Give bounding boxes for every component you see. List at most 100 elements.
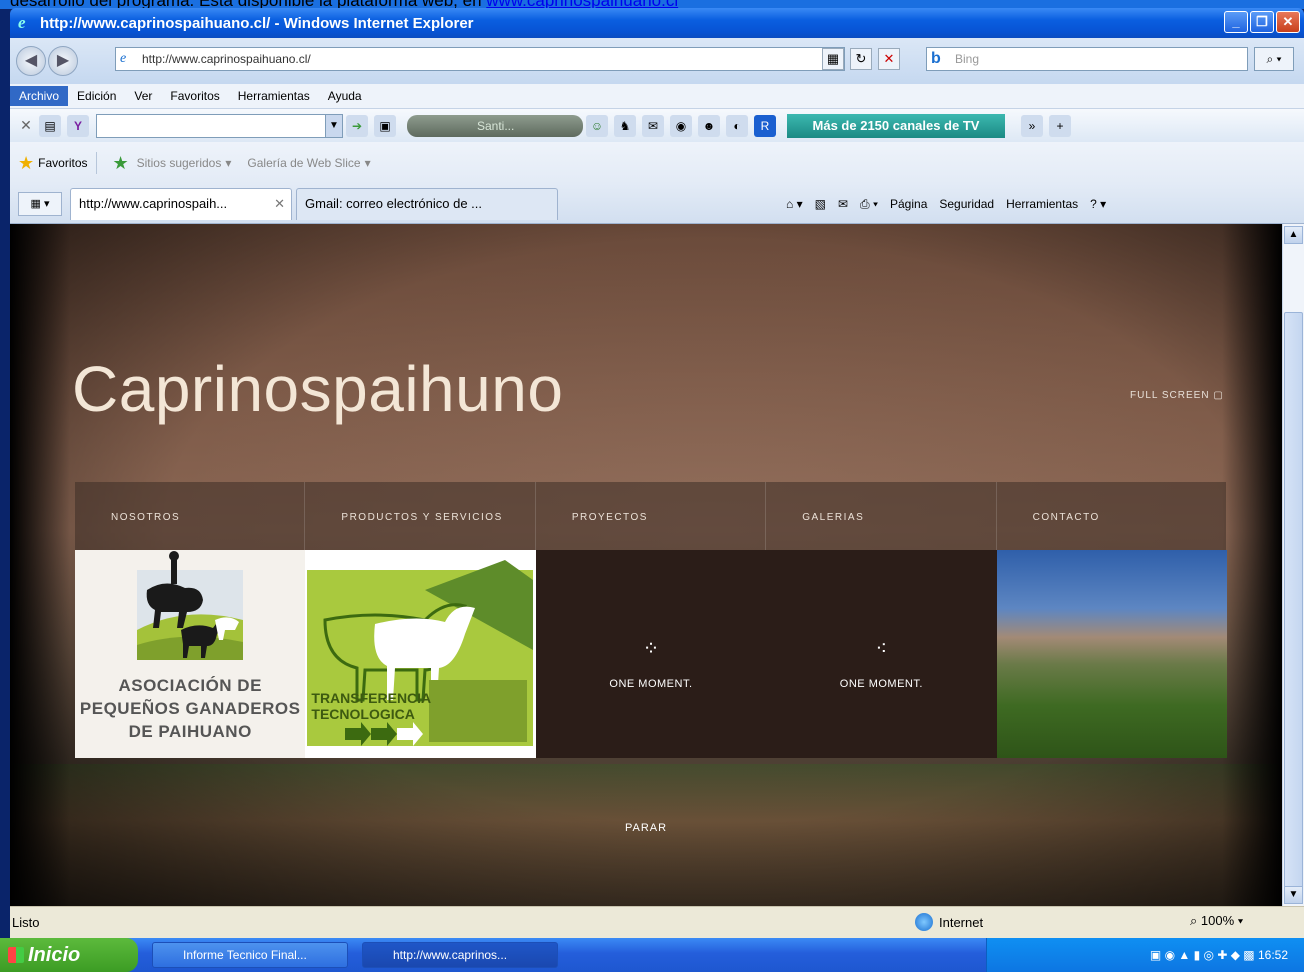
tab-close-icon[interactable]: ✕ xyxy=(274,189,285,219)
games-icon[interactable]: ♞ xyxy=(614,114,636,137)
scroll-thumb[interactable] xyxy=(1284,312,1303,892)
nav-contacto[interactable]: CONTACTO xyxy=(997,482,1226,550)
system-tray: ▣ ◉ ▲ ▮ ◎ ✚ ◆ ▩ 16:52 xyxy=(986,938,1304,972)
scroll-down-icon[interactable]: ▼ xyxy=(1284,886,1303,904)
feature-tiles: ASOCIACIÓN DE PEQUEÑOS GANADEROS DE PAIH… xyxy=(75,550,1227,758)
window-title: http://www.caprinospaihuano.cl/ - Window… xyxy=(40,14,474,32)
refresh-icon[interactable]: ↻ xyxy=(850,48,872,70)
globe-icon[interactable]: ◐ xyxy=(726,114,748,137)
toolbar-tv-icon[interactable]: ▣ xyxy=(374,114,396,137)
site-title: Caprinospaihuno xyxy=(72,353,564,425)
fullscreen-icon: ▢ xyxy=(1213,390,1224,401)
loading-spinner-icon: ⁖ xyxy=(875,638,888,660)
nav-galerias[interactable]: GALERIAS xyxy=(766,482,997,550)
cmd-herramientas[interactable]: Herramientas xyxy=(1006,197,1078,211)
zone-label: Internet xyxy=(939,914,984,930)
address-field[interactable]: e http://www.caprinospaihuano.cl/ ▼ xyxy=(115,47,845,71)
zoom-control[interactable]: ⌕ 100% ▾ xyxy=(1190,913,1243,929)
nav-nosotros[interactable]: NOSOTROS xyxy=(75,482,306,550)
help-icon[interactable]: ? ▾ xyxy=(1090,197,1106,211)
r-icon[interactable]: R xyxy=(754,114,776,137)
favorites-separator xyxy=(95,152,97,174)
add-favorite-icon[interactable]: ★ xyxy=(113,153,129,174)
taskbar-item-informe[interactable]: Informe Tecnico Final... xyxy=(152,942,348,968)
slice-dropdown-icon[interactable]: ▾ xyxy=(365,156,371,170)
window-titlebar[interactable]: e http://www.caprinospaihuano.cl/ - Wind… xyxy=(10,8,1304,38)
menu-archivo[interactable]: Archivo xyxy=(10,86,69,106)
fullscreen-link[interactable]: FULL SCREEN ▢ xyxy=(1130,390,1224,401)
scroll-up-icon[interactable]: ▲ xyxy=(1284,226,1303,244)
avatar-icon[interactable]: ☻ xyxy=(698,114,720,137)
chevron-more-icon[interactable]: » xyxy=(1021,114,1043,137)
nav-proyectos[interactable]: PROYECTOS xyxy=(536,482,767,550)
search-button[interactable]: ⌕ ▾ xyxy=(1254,47,1294,71)
menu-ayuda[interactable]: Ayuda xyxy=(319,86,371,106)
window-controls: _ ❐ ✕ xyxy=(1224,11,1300,33)
messenger-icon[interactable]: ☺ xyxy=(586,114,608,137)
widget-icon[interactable]: ◉ xyxy=(670,114,692,137)
web-slice-gallery[interactable]: Galería de Web Slice xyxy=(247,156,360,170)
tile-asociacion[interactable]: ASOCIACIÓN DE PEQUEÑOS GANADEROS DE PAIH… xyxy=(75,550,306,758)
home-icon[interactable]: ⌂ ▾ xyxy=(786,197,803,211)
menu-ver[interactable]: Ver xyxy=(125,86,161,106)
close-button[interactable]: ✕ xyxy=(1276,11,1300,33)
start-button[interactable]: Inicio xyxy=(0,938,138,972)
goat-rider-logo-icon xyxy=(137,551,243,660)
taskbar-item-ie[interactable]: http://www.caprinos... xyxy=(362,942,558,968)
transfer-goat-icon xyxy=(307,560,534,746)
asociacion-text: ASOCIACIÓN DE PEQUEÑOS GANADEROS DE PAIH… xyxy=(79,676,301,741)
command-bar: ⌂ ▾ ▧ ✉ ⎙ ▾ Página Seguridad Herramienta… xyxy=(786,184,1106,224)
status-bar: Listo Internet ⌕ 100% ▾ xyxy=(10,906,1304,938)
start-label: Inicio xyxy=(28,944,81,966)
chat-icon[interactable]: ✉ xyxy=(642,114,664,137)
windows-flag-icon xyxy=(8,947,24,963)
stop-icon[interactable]: ✕ xyxy=(878,48,900,70)
tile-loading-2: ⁖ ONE MOMENT. xyxy=(766,550,997,758)
toolbar-go-icon[interactable]: ➔ xyxy=(346,114,368,137)
page-tool-icon[interactable]: ▤ xyxy=(39,114,61,137)
vertical-scrollbar[interactable]: ▲ ▼ xyxy=(1282,224,1304,906)
security-zone[interactable]: Internet xyxy=(915,913,983,931)
radio-label: Santi... xyxy=(477,118,515,133)
cmd-pagina[interactable]: Página xyxy=(890,197,927,211)
suggested-sites[interactable]: Sitios sugeridos xyxy=(137,156,222,170)
transferencia-text: TRANSFERENCIA TECNOLOGICA xyxy=(311,690,431,722)
internet-globe-icon xyxy=(915,913,933,931)
yahoo-icon[interactable]: Y xyxy=(67,114,89,137)
site-nav: NOSOTROS PRODUCTOS Y SERVICIOS PROYECTOS… xyxy=(75,482,1226,550)
tab-gmail[interactable]: Gmail: correo electrónico de ... xyxy=(296,188,558,220)
maximize-button[interactable]: ❐ xyxy=(1250,11,1274,33)
left-shade xyxy=(10,224,70,906)
tab-caprinos[interactable]: http://www.caprinospaih... ✕ xyxy=(70,188,292,220)
mail-icon[interactable]: ✉ xyxy=(838,197,848,211)
toolbar-close-icon[interactable]: ✕ xyxy=(16,117,36,134)
menu-herramientas[interactable]: Herramientas xyxy=(229,86,319,106)
cmd-seguridad[interactable]: Seguridad xyxy=(939,197,994,211)
tv-channels-button[interactable]: Más de 2150 canales de TV xyxy=(787,113,1005,138)
menu-edicion[interactable]: Edición xyxy=(68,86,125,106)
suggested-dropdown-icon[interactable]: ▾ xyxy=(225,156,231,170)
search-input[interactable]: b Bing xyxy=(926,47,1248,71)
tray-icons[interactable]: ▣ ◉ ▲ ▮ ◎ ✚ ◆ ▩ xyxy=(1150,948,1258,962)
tile-valley-photo[interactable] xyxy=(996,550,1227,758)
status-text: Listo xyxy=(12,915,40,930)
forward-button[interactable]: ▶ xyxy=(48,46,78,76)
back-button[interactable]: ◀ xyxy=(16,46,46,76)
clock: 16:52 xyxy=(1257,948,1288,962)
toolbar-search-input[interactable] xyxy=(96,113,326,138)
print-icon[interactable]: ⎙ ▾ xyxy=(860,197,878,212)
radio-player[interactable]: Santi... xyxy=(407,114,583,137)
minimize-button[interactable]: _ xyxy=(1224,11,1248,33)
tab-caprinos-label: http://www.caprinospaih... xyxy=(79,196,228,211)
parar-button[interactable]: PARAR xyxy=(625,822,667,834)
nav-productos[interactable]: PRODUCTOS Y SERVICIOS xyxy=(305,482,536,550)
compatibility-icon[interactable]: ▦ xyxy=(822,48,844,70)
right-shade xyxy=(1222,224,1282,906)
quick-tabs-button[interactable]: ▦ ▾ xyxy=(18,192,62,216)
toolbar-search-dropdown-icon[interactable]: ▼ xyxy=(325,113,343,138)
add-toolbar-icon[interactable]: + xyxy=(1049,114,1071,137)
tile-transferencia[interactable]: TRANSFERENCIA TECNOLOGICA xyxy=(305,550,536,758)
favorites-button[interactable]: Favoritos xyxy=(38,156,87,170)
menu-favoritos[interactable]: Favoritos xyxy=(161,86,228,106)
feeds-icon[interactable]: ▧ xyxy=(815,197,826,211)
